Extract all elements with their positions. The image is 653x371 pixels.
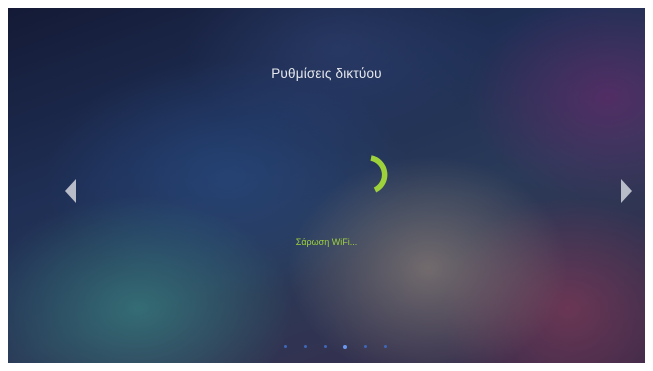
page-title: Ρυθμίσεις δικτύου [271, 66, 382, 81]
pager-dots [281, 344, 401, 351]
pager-dot-4[interactable] [343, 344, 347, 349]
pager-dot-5[interactable] [364, 345, 367, 348]
setup-screen: Ρυθμίσεις δικτύου Σάρωση WiFi... [8, 8, 645, 363]
chevron-left-icon[interactable] [65, 179, 76, 203]
pager-dot-2[interactable] [304, 345, 307, 348]
pager-dot-1[interactable] [284, 345, 287, 348]
scanning-status-text: Σάρωση WiFi... [295, 237, 358, 247]
chevron-right-icon[interactable] [621, 179, 632, 203]
loading-spinner-icon [370, 155, 388, 193]
pager-dot-6[interactable] [384, 345, 387, 348]
pager-dot-3[interactable] [324, 345, 327, 348]
